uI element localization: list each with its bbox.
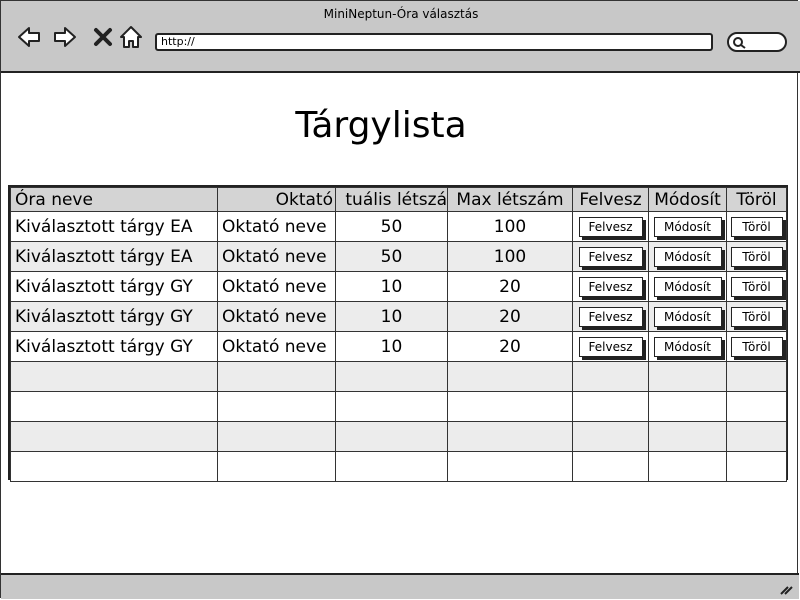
delete-button[interactable]: Töröl xyxy=(730,277,783,297)
browser-toolbar: MiniNeptun-Óra választás http:// xyxy=(1,1,800,73)
teacher-name: Oktató neve xyxy=(217,331,336,362)
current-count: 10 xyxy=(335,271,448,302)
edit-button[interactable]: Módosít xyxy=(653,337,722,357)
add-button[interactable]: Felvesz xyxy=(578,337,643,357)
column-header-current[interactable]: tuális létszá xyxy=(335,187,448,212)
teacher-name: Oktató neve xyxy=(217,241,336,272)
max-count: 20 xyxy=(447,301,573,332)
current-count: 10 xyxy=(335,301,448,332)
edit-button[interactable]: Módosít xyxy=(653,217,722,237)
search-input[interactable] xyxy=(727,32,787,52)
column-header-name[interactable]: Óra neve xyxy=(10,187,218,212)
max-count: 20 xyxy=(447,331,573,362)
empty-row xyxy=(10,391,787,422)
table-row: Kiválasztott tárgy EA Oktató neve 50 100… xyxy=(10,241,787,272)
table-row: Kiválasztott tárgy GY Oktató neve 10 20 … xyxy=(10,271,787,302)
add-button[interactable]: Felvesz xyxy=(578,307,643,327)
empty-row xyxy=(10,361,787,392)
max-count: 100 xyxy=(447,241,573,272)
teacher-name: Oktató neve xyxy=(217,301,336,332)
column-header-max[interactable]: Max létszám xyxy=(447,187,573,212)
column-header-edit[interactable]: Módosít xyxy=(648,187,727,212)
course-name: Kiválasztott tárgy GY xyxy=(10,331,218,362)
page-title: Tárgylista xyxy=(295,105,467,146)
max-count: 20 xyxy=(447,271,573,302)
table-header-row: Óra neve Oktató tuális létszá Max létszá… xyxy=(10,187,787,212)
current-count: 50 xyxy=(335,211,448,242)
forward-arrow-icon[interactable] xyxy=(53,25,77,49)
current-count: 10 xyxy=(335,331,448,362)
teacher-name: Oktató neve xyxy=(217,211,336,242)
teacher-name: Oktató neve xyxy=(217,271,336,302)
column-header-delete[interactable]: Töröl xyxy=(726,187,787,212)
browser-window: MiniNeptun-Óra választás http:// Tárgyli… xyxy=(0,0,800,599)
column-header-add[interactable]: Felvesz xyxy=(572,187,649,212)
add-button[interactable]: Felvesz xyxy=(578,247,643,267)
url-input[interactable]: http:// xyxy=(155,33,713,51)
back-arrow-icon[interactable] xyxy=(17,25,41,49)
table-row: Kiválasztott tárgy EA Oktató neve 50 100… xyxy=(10,211,787,242)
delete-button[interactable]: Töröl xyxy=(730,337,783,357)
max-count: 100 xyxy=(447,211,573,242)
course-name: Kiválasztott tárgy GY xyxy=(10,271,218,302)
course-name: Kiválasztott tárgy EA xyxy=(10,241,218,272)
close-icon[interactable] xyxy=(91,25,112,49)
status-bar xyxy=(1,573,799,599)
delete-button[interactable]: Töröl xyxy=(730,217,783,237)
table-row: Kiválasztott tárgy GY Oktató neve 10 20 … xyxy=(10,331,787,362)
column-header-teacher[interactable]: Oktató xyxy=(217,187,336,212)
course-name: Kiválasztott tárgy EA xyxy=(10,211,218,242)
course-name: Kiválasztott tárgy GY xyxy=(10,301,218,332)
home-icon[interactable] xyxy=(119,25,143,49)
current-count: 50 xyxy=(335,241,448,272)
edit-button[interactable]: Módosít xyxy=(653,277,722,297)
search-icon xyxy=(733,37,746,49)
resize-grip-icon[interactable] xyxy=(779,581,793,595)
delete-button[interactable]: Töröl xyxy=(730,247,783,267)
add-button[interactable]: Felvesz xyxy=(578,217,643,237)
empty-row xyxy=(10,421,787,452)
add-button[interactable]: Felvesz xyxy=(578,277,643,297)
course-table: Óra neve Oktató tuális létszá Max létszá… xyxy=(8,185,788,482)
window-title: MiniNeptun-Óra választás xyxy=(323,7,479,21)
edit-button[interactable]: Módosít xyxy=(653,307,722,327)
edit-button[interactable]: Módosít xyxy=(653,247,722,267)
table-row: Kiválasztott tárgy GY Oktató neve 10 20 … xyxy=(10,301,787,332)
delete-button[interactable]: Töröl xyxy=(730,307,783,327)
empty-row xyxy=(10,451,787,482)
